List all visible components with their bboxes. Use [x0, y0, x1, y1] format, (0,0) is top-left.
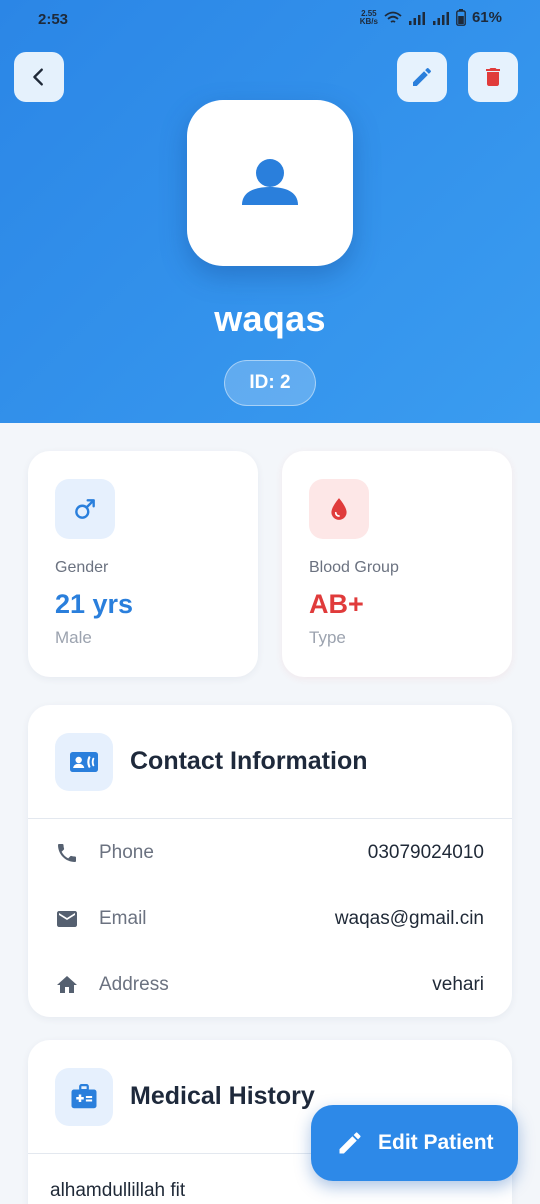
battery-icon: [456, 9, 466, 26]
address-label: Address: [99, 974, 169, 995]
blood-group-label: Blood Group: [309, 559, 399, 576]
wifi-icon: [384, 11, 402, 23]
section-divider: [28, 818, 512, 819]
contact-information-card: Contact Information Phone 03079024010 Em…: [28, 705, 512, 1017]
battery-percentage: 61%: [471, 9, 502, 26]
edit-patient-button[interactable]: Edit Patient: [311, 1105, 518, 1181]
edit-button[interactable]: [397, 52, 447, 102]
gender-card: Gender 21 yrs Male: [28, 451, 258, 677]
edit-patient-label: Edit Patient: [378, 1131, 494, 1154]
male-icon: [75, 499, 95, 519]
phone-label: Phone: [99, 842, 154, 863]
address-row[interactable]: Address vehari: [28, 965, 512, 1005]
pencil-icon: [413, 67, 432, 86]
blood-icon-box: [309, 479, 369, 539]
contact-section-title: Contact Information: [130, 747, 368, 775]
email-label: Email: [99, 908, 147, 929]
home-icon: [57, 976, 77, 993]
gender-label: Gender: [55, 559, 109, 576]
medical-icon-box: [55, 1068, 113, 1126]
delete-button[interactable]: [468, 52, 518, 102]
fab-icon-wrap: [336, 1129, 364, 1157]
medical-history-text: alhamdullillah fit: [50, 1180, 186, 1201]
phone-icon: [58, 844, 76, 862]
gender-icon-box: [55, 479, 115, 539]
signal-icon: [408, 11, 425, 25]
back-button[interactable]: [14, 52, 64, 102]
signal-icon: [432, 11, 449, 25]
email-value: waqas@gmail.cin: [334, 908, 484, 929]
status-indicators: 2.55 KB/s 61%: [360, 9, 502, 26]
contact-card-icon: [70, 752, 98, 772]
gender-value: Male: [55, 628, 92, 647]
mail-icon: [57, 911, 77, 927]
network-speed: 2.55 KB/s: [359, 8, 378, 26]
pencil-icon: [339, 1132, 361, 1154]
address-value: vehari: [432, 974, 484, 995]
person-icon: [242, 159, 298, 205]
medical-kit-icon: [71, 1084, 97, 1109]
phone-row[interactable]: Phone 03079024010: [28, 833, 512, 873]
status-bar: 2:53 2.55 KB/s 61%: [0, 0, 540, 40]
age-value: 21 yrs: [55, 589, 134, 619]
contact-icon-box: [55, 733, 113, 791]
medical-section-title: Medical History: [130, 1082, 315, 1110]
email-row[interactable]: Email waqas@gmail.cin: [28, 899, 512, 939]
patient-name: waqas: [214, 298, 326, 339]
status-time: 2:53: [38, 11, 69, 28]
blood-drop-icon: [331, 498, 347, 520]
patient-avatar: [187, 100, 353, 266]
blood-group-value: AB+: [309, 589, 364, 619]
blood-group-card: Blood Group AB+ Type: [282, 451, 512, 677]
blood-type-label: Type: [309, 628, 346, 647]
chevron-left-icon: [33, 68, 43, 86]
phone-value: 03079024010: [367, 842, 484, 863]
patient-id-badge: ID: 2: [224, 360, 316, 406]
trash-icon: [486, 68, 500, 86]
